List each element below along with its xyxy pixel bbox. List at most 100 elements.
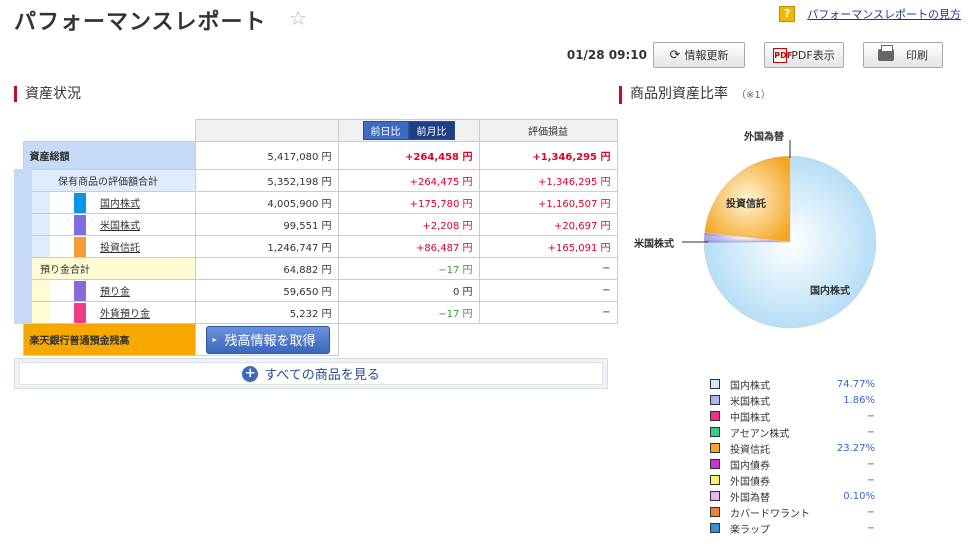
legend-percent: 74.77% <box>836 378 875 390</box>
all-products-button[interactable]: + すべての商品を見る <box>14 358 608 389</box>
fund-link[interactable]: 投資信託 <box>100 239 140 254</box>
total-value: 5,417,080 円 <box>194 141 339 170</box>
holdings-label: 保有商品の評価額合計 <box>14 169 196 192</box>
legend-percent: 1.86% <box>843 394 875 406</box>
legend-swatch <box>710 411 720 421</box>
table-row-total: 資産総額 5,417,080 円 +264,458 円 +1,346,295 円 <box>22 141 618 170</box>
pie-chart-area: 外国為替 投資信託 米国株式 国内株式 <box>620 122 973 342</box>
favorite-star-icon[interactable]: ☆ <box>289 6 307 30</box>
legend-item: アセアン株式 − <box>710 424 875 440</box>
fx-deposit-link[interactable]: 外貨預り金 <box>100 305 150 320</box>
domestic-stock-link[interactable]: 国内株式 <box>100 195 140 210</box>
arrow-right-icon: ▸ <box>212 335 217 344</box>
page-title: パフォーマンスレポート <box>14 10 267 35</box>
table-row-deposit: 預り金 59,650 円 0 円 − <box>14 279 618 302</box>
table-row-holdings: 保有商品の評価額合計 5,352,198 円 +264,475 円 +1,346… <box>14 169 618 192</box>
pdf-button[interactable]: PDF PDF表示 <box>764 42 844 68</box>
legend-label: 米国株式 <box>730 396 770 408</box>
legend-label: 中国株式 <box>730 412 770 424</box>
deposit-pl: − <box>478 279 618 302</box>
refresh-icon: ⟳ <box>669 47 681 63</box>
pie-label-fx: 外国為替 <box>744 132 784 143</box>
refresh-button[interactable]: ⟳ 情報更新 <box>653 42 745 68</box>
deposit-total-label: 預り金合計 <box>14 257 196 280</box>
deposit-total-pl: − <box>478 257 618 280</box>
table-row-fx-deposit: 外貨預り金 5,232 円 −17 円 − <box>14 301 618 324</box>
header-diff: 前日比 前月比 <box>337 119 480 142</box>
help-link[interactable]: パフォーマンスレポートの見方 <box>807 6 961 22</box>
legend-item: 外国為替 0.10% <box>710 488 875 504</box>
deposit-color-bar <box>74 280 86 301</box>
pie-label-domestic: 国内株式 <box>810 286 850 297</box>
asset-table: 前日比 前月比 評価損益 資産総額 5,417,080 円 +264,458 円 … <box>14 119 618 356</box>
legend-item: 国内株式 74.77% <box>710 376 875 392</box>
legend-item: 投資信託 23.27% <box>710 440 875 456</box>
table-row-bank: 楽天銀行普通預金残高 ▸ 残高情報を取得 <box>22 323 617 356</box>
us-pl: +20,697 円 <box>478 213 618 236</box>
bank-button-cell: ▸ 残高情報を取得 <box>194 323 339 356</box>
refresh-label: 情報更新 <box>684 49 729 62</box>
asset-section-title: 資産状況 <box>14 86 81 102</box>
table-row-domestic: 国内株式 4,005,900 円 +175,780 円 +1,160,507 円 <box>14 191 618 214</box>
legend-item: 外国債券 − <box>710 472 875 488</box>
domestic-diff: +175,780 円 <box>337 191 480 214</box>
deposit-link[interactable]: 預り金 <box>100 283 130 298</box>
holdings-diff: +264,475 円 <box>337 169 480 192</box>
asset-section-label: 資産状況 <box>25 86 81 102</box>
legend-percent: − <box>866 522 875 534</box>
fx-deposit-cell: 外貨預り金 <box>14 301 196 324</box>
header-value <box>194 119 339 142</box>
domestic-value: 4,005,900 円 <box>194 191 339 214</box>
get-balance-label: 残高情報を取得 <box>224 334 316 349</box>
legend-swatch <box>710 523 720 533</box>
legend-label: カバードワラント <box>730 508 810 520</box>
legend-label: アセアン株式 <box>730 428 790 440</box>
legend-label: 楽ラップ <box>730 524 770 536</box>
ratio-section-note: （※1） <box>736 90 771 101</box>
legend-percent: − <box>866 474 875 486</box>
fx-deposit-value: 5,232 円 <box>194 301 339 324</box>
tab-month[interactable]: 前月比 <box>408 121 455 140</box>
deposit-value: 59,650 円 <box>194 279 339 302</box>
legend-item: 国内債券 − <box>710 456 875 472</box>
pie-legend: 国内株式 74.77% 米国株式 1.86% 中国株式 − アセアン株式 − 投資信託 23.27… <box>710 376 875 536</box>
us-color-bar <box>74 214 86 235</box>
legend-percent: − <box>866 426 875 438</box>
print-label: 印刷 <box>906 49 928 62</box>
fund-color-bar <box>74 236 86 257</box>
domestic-color-bar <box>74 192 86 213</box>
fund-cell: 投資信託 <box>14 235 196 258</box>
domestic-cell: 国内株式 <box>14 191 196 214</box>
deposit-cell: 預り金 <box>14 279 196 302</box>
pie-label-fund: 投資信託 <box>726 199 766 210</box>
all-products-label: すべての商品を見る <box>264 368 380 383</box>
legend-label: 外国為替 <box>730 492 770 504</box>
legend-item: 楽ラップ − <box>710 520 875 536</box>
deposit-total-value: 64,882 円 <box>194 257 339 280</box>
legend-label: 外国債券 <box>730 476 770 488</box>
legend-percent: 0.10% <box>843 490 875 502</box>
pdf-label: PDF表示 <box>791 49 835 62</box>
fund-value: 1,246,747 円 <box>194 235 339 258</box>
tab-day[interactable]: 前日比 <box>362 121 409 140</box>
legend-item: 米国株式 1.86% <box>710 392 875 408</box>
table-row-fund: 投資信託 1,246,747 円 +86,487 円 +165,091 円 <box>14 235 618 258</box>
help-icon[interactable]: ? <box>779 6 796 22</box>
get-balance-button[interactable]: ▸ 残高情報を取得 <box>205 325 330 354</box>
print-button[interactable]: 印刷 <box>863 42 943 68</box>
fx-deposit-pl: − <box>478 301 618 324</box>
pie-label-us: 米国株式 <box>634 239 674 250</box>
deposit-diff: 0 円 <box>337 279 480 302</box>
fund-pl: +165,091 円 <box>478 235 618 258</box>
domestic-pl: +1,160,507 円 <box>478 191 618 214</box>
fx-deposit-diff: −17 円 <box>337 301 480 324</box>
plus-circle-icon: + <box>242 365 259 382</box>
us-value: 99,551 円 <box>194 213 339 236</box>
legend-percent: − <box>866 506 875 518</box>
legend-swatch <box>710 427 720 437</box>
us-stock-link[interactable]: 米国株式 <box>100 217 140 232</box>
legend-swatch <box>710 443 720 453</box>
legend-percent: − <box>866 458 875 470</box>
legend-percent: 23.27% <box>836 442 875 454</box>
update-time: 01/28 09:10 <box>566 48 647 62</box>
